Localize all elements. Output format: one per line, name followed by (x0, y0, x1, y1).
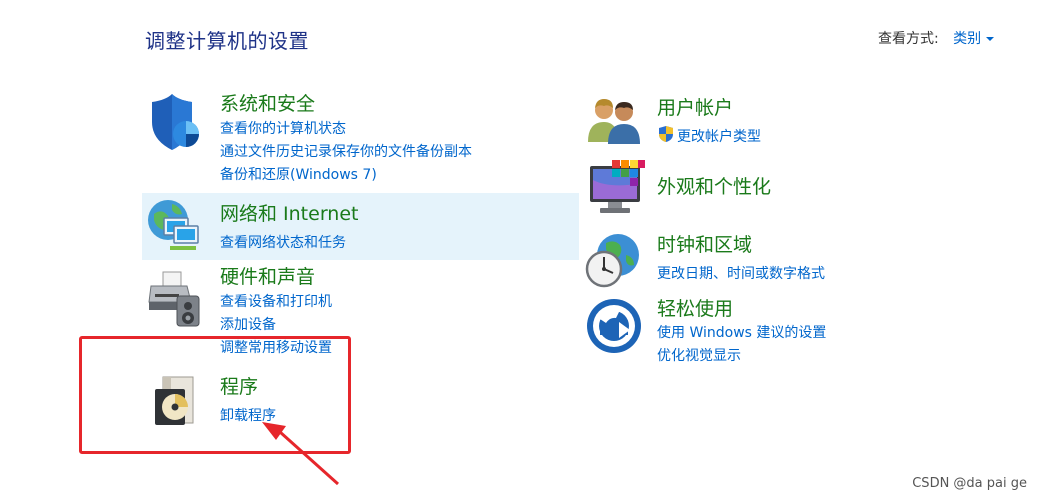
users-icon[interactable] (586, 96, 642, 146)
link-devices-printers[interactable]: 查看设备和打印机 (220, 291, 332, 311)
network-hover-highlight (142, 193, 579, 260)
personalization-monitor-icon[interactable] (588, 160, 646, 218)
ease-of-access-icon[interactable] (586, 297, 642, 355)
view-by-dropdown[interactable]: 类别 (953, 31, 995, 47)
network-internet-title[interactable]: 网络和 Internet (220, 199, 358, 226)
printer-icon[interactable] (147, 270, 203, 328)
hardware-sound-title[interactable]: 硬件和声音 (220, 262, 315, 289)
link-add-device[interactable]: 添加设备 (220, 314, 276, 334)
link-backup-restore[interactable]: 备份和还原(Windows 7) (220, 164, 377, 184)
chevron-down-icon (986, 37, 995, 41)
ease-of-access-title[interactable]: 轻松使用 (657, 294, 733, 321)
network-globe-icon[interactable] (146, 196, 202, 254)
user-accounts-title[interactable]: 用户帐户 (657, 93, 733, 120)
link-network-status-tasks[interactable]: 查看网络状态和任务 (220, 232, 346, 252)
link-change-date-time-format[interactable]: 更改日期、时间或数字格式 (657, 263, 825, 283)
link-change-account-type[interactable]: 更改帐户类型 (677, 126, 761, 146)
page-title: 调整计算机的设置 (145, 29, 309, 53)
annotation-highlight-box (79, 336, 351, 454)
uac-shield-icon (659, 126, 673, 142)
link-optimize-visual-display[interactable]: 优化视觉显示 (657, 345, 741, 365)
view-by-value: 类别 (953, 31, 982, 47)
clock-globe-icon[interactable] (584, 231, 642, 289)
system-security-title[interactable]: 系统和安全 (220, 89, 315, 116)
link-file-history-backup[interactable]: 通过文件历史记录保存你的文件备份副本 (220, 141, 472, 161)
watermark: CSDN @da pai ge (912, 476, 1027, 491)
link-view-computer-status[interactable]: 查看你的计算机状态 (220, 118, 346, 138)
shield-icon[interactable] (148, 94, 200, 152)
clock-region-title[interactable]: 时钟和区域 (657, 230, 752, 257)
link-windows-recommended-settings[interactable]: 使用 Windows 建议的设置 (657, 322, 826, 342)
view-by-label: 查看方式: (878, 31, 939, 47)
appearance-title[interactable]: 外观和个性化 (657, 172, 771, 199)
view-by: 查看方式: 类别 (878, 28, 995, 48)
